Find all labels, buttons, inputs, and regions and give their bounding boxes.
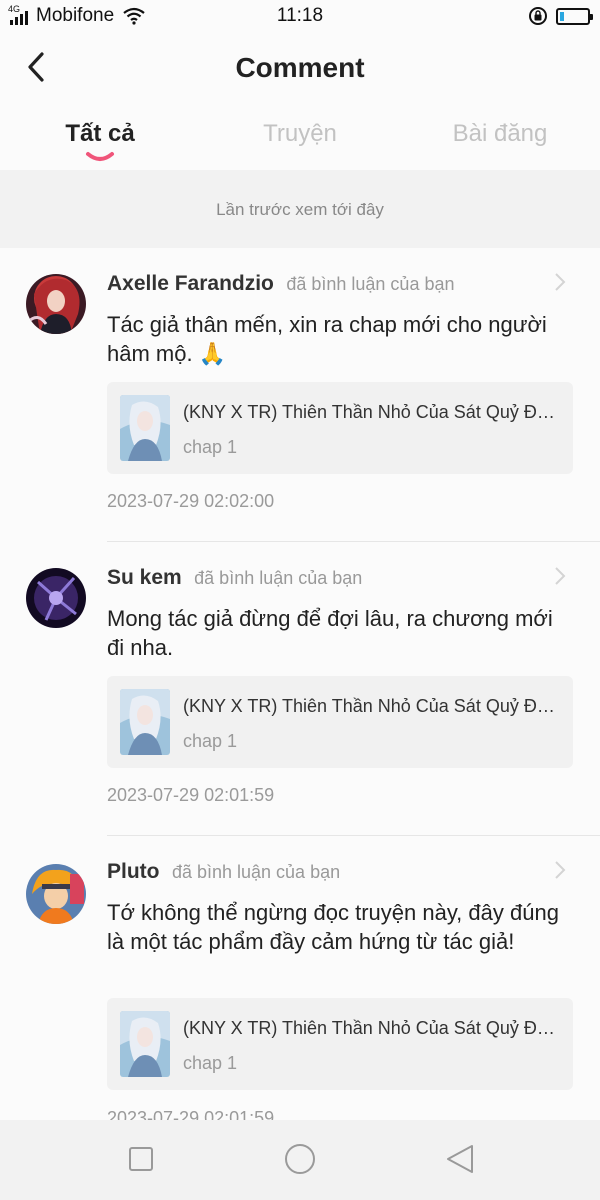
story-title: (KNY X TR) Thiên Thần Nhỏ Của Sát Quỷ Đo… [183,1018,561,1038]
chevron-right-icon[interactable] [554,860,566,880]
avatar[interactable] [26,864,86,924]
page-title: Comment [235,52,365,83]
back-triangle-icon[interactable] [440,1142,480,1178]
comment-list: Axelle Farandzio đã bình luận của bạn Tá… [0,248,600,1120]
last-viewed-notice: Lần trước xem tới đây [0,170,600,248]
status-bar: 4G Mobifone 11:18 [0,0,600,34]
story-chapter: chap 1 [183,1053,238,1073]
comment-item[interactable]: Axelle Farandzio đã bình luận của bạn Tá… [0,248,600,542]
story-cover-thumbnail [120,1011,170,1077]
chevron-right-icon[interactable] [554,566,566,586]
comment-header: Pluto đã bình luận của bạn [107,860,560,884]
system-navigation-bar [0,1120,600,1200]
story-chapter: chap 1 [183,731,238,751]
comment-username[interactable]: Pluto [107,860,160,883]
status-time: 11:18 [276,5,324,26]
story-cover-thumbnail [120,395,170,461]
story-title: (KNY X TR) Thiên Thần Nhỏ Của Sát Quỷ Đo… [183,696,561,716]
story-card[interactable]: (KNY X TR) Thiên Thần Nhỏ Của Sát Quỷ Đo… [107,676,573,768]
comment-text: Tớ không thể ngừng đọc truyện này, đây đ… [107,900,559,954]
comment-timestamp: 2023-07-29 02:02:00 [107,491,275,511]
tab-stories[interactable]: Truyện [200,120,400,148]
comment-text: Tác giả thân mến, xin ra chap mới cho ng… [107,312,547,366]
header: Comment [0,34,600,100]
comment-action-text: đã bình luận của bạn [194,568,363,588]
active-tab-indicator [86,152,114,161]
comment-text: Mong tác giả đừng để đợi lâu, ra chương … [107,606,553,660]
comment-item[interactable]: Su kem đã bình luận của bạn Mong tác giả… [0,542,600,836]
comment-username[interactable]: Su kem [107,566,182,589]
status-right [528,6,593,26]
story-chapter: chap 1 [183,437,238,457]
chevron-right-icon[interactable] [554,272,566,292]
last-viewed-text: Lần trước xem tới đây [216,200,384,219]
story-card[interactable]: (KNY X TR) Thiên Thần Nhỏ Của Sát Quỷ Đo… [107,382,573,474]
comment-timestamp: 2023-07-29 02:01:59 [107,785,275,805]
tab-posts[interactable]: Bài đăng [400,120,600,148]
story-card[interactable]: (KNY X TR) Thiên Thần Nhỏ Của Sát Quỷ Đo… [107,998,573,1090]
rotation-lock-icon [529,7,547,25]
recent-apps-icon[interactable] [121,1142,161,1178]
story-title: (KNY X TR) Thiên Thần Nhỏ Của Sát Quỷ Đo… [183,402,561,422]
comment-timestamp: 2023-07-29 02:01:59 [107,1108,275,1120]
comment-action-text: đã bình luận của bạn [171,862,341,882]
comment-action-text: đã bình luận của bạn [286,274,455,294]
avatar[interactable] [26,274,86,334]
comment-header: Axelle Farandzio đã bình luận của bạn [107,272,560,296]
avatar[interactable] [26,568,86,628]
home-icon[interactable] [280,1142,320,1178]
comment-username[interactable]: Axelle Farandzio [107,272,274,295]
comment-item[interactable]: Pluto đã bình luận của bạn Tớ không thể … [0,836,600,1120]
tab-bar: Tất cả Truyện Bài đăng [0,100,600,170]
story-cover-thumbnail [120,689,170,755]
comment-header: Su kem đã bình luận của bạn [107,566,560,590]
battery-icon [556,7,593,25]
tab-all[interactable]: Tất cả [0,120,200,148]
